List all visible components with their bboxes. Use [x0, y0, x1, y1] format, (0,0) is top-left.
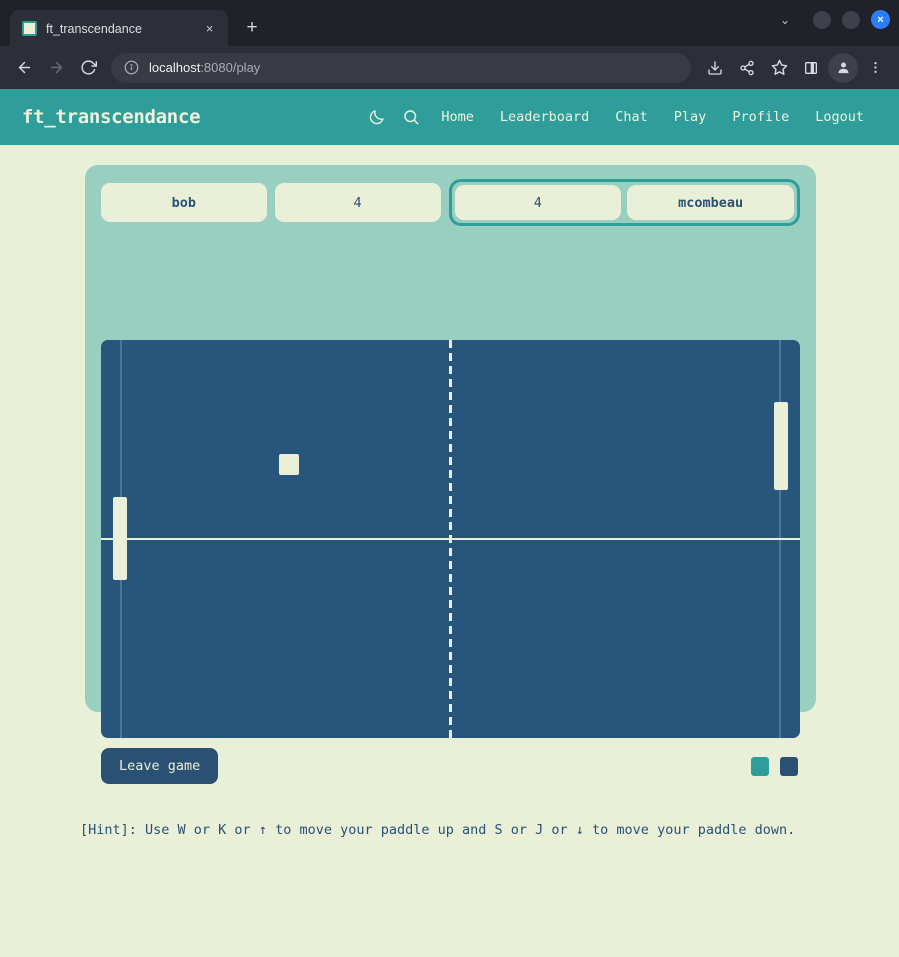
app-favicon-icon: [22, 21, 37, 36]
window-maximize-button[interactable]: [842, 10, 860, 29]
download-icon[interactable]: [700, 53, 730, 83]
player-right-panel: 4 mcombeau: [448, 179, 800, 226]
tab-title: ft_transcendance: [46, 21, 142, 36]
nav-item-chat[interactable]: Chat: [602, 103, 661, 131]
url-path: :8080/play: [200, 60, 261, 75]
browser-tab[interactable]: ft_transcendance ×: [10, 10, 228, 47]
nav-item-home[interactable]: Home: [428, 103, 487, 131]
close-icon[interactable]: ×: [201, 20, 218, 37]
nav-item-profile[interactable]: Profile: [719, 103, 802, 131]
tab-strip: ft_transcendance × + ⌄ ×: [0, 0, 899, 47]
ball: [279, 454, 299, 475]
address-bar[interactable]: localhost:8080/play: [111, 52, 691, 83]
window-close-button[interactable]: ×: [871, 10, 890, 29]
search-icon[interactable]: [394, 100, 428, 134]
page-viewport: ft_transcendance Home Leaderboard Chat P…: [0, 89, 899, 957]
nav-item-play[interactable]: Play: [661, 103, 720, 131]
nav-item-logout[interactable]: Logout: [802, 103, 877, 131]
reload-icon[interactable]: [73, 53, 103, 83]
browser-menu-icon[interactable]: [860, 53, 890, 83]
player-right-score: 4: [454, 185, 622, 220]
player-left-score: 4: [274, 183, 441, 222]
site-info-icon[interactable]: [124, 60, 139, 75]
pong-field[interactable]: [101, 340, 800, 738]
player-left-panel: bob 4: [101, 183, 441, 222]
url-text: localhost:8080/play: [149, 60, 260, 75]
paddle-right[interactable]: [774, 402, 788, 490]
bookmark-star-icon[interactable]: [764, 53, 794, 83]
nav-item-leaderboard[interactable]: Leaderboard: [487, 103, 602, 131]
color-swatches: [720, 754, 800, 778]
new-tab-button[interactable]: +: [239, 14, 265, 40]
window-controls: ⌄ ×: [780, 10, 890, 29]
browser-toolbar: localhost:8080/play: [0, 46, 899, 89]
site-brand[interactable]: ft_transcendance: [22, 106, 201, 128]
back-icon[interactable]: [9, 53, 39, 83]
paddle-left[interactable]: [113, 497, 127, 580]
browser-window: ft_transcendance × + ⌄ × localhost:8080/…: [0, 0, 899, 957]
leave-game-button[interactable]: Leave game: [101, 748, 219, 784]
game-controls: Leave game: [101, 746, 800, 786]
side-panel-icon[interactable]: [796, 53, 826, 83]
share-icon[interactable]: [732, 53, 762, 83]
profile-avatar-icon[interactable]: [828, 52, 858, 83]
swatch-cream[interactable]: [720, 754, 742, 778]
toolbar-actions: [700, 52, 890, 83]
hint-text: [Hint]: Use W or K or ↑ to move your pad…: [80, 822, 796, 838]
swatch-teal[interactable]: [749, 754, 771, 778]
scoreboard: bob 4 4 mcombeau: [101, 179, 800, 226]
window-minimize-button[interactable]: [813, 10, 831, 29]
nav-links: Home Leaderboard Chat Play Profile Logou…: [360, 100, 877, 134]
forward-icon[interactable]: [41, 53, 71, 83]
site-navbar: ft_transcendance Home Leaderboard Chat P…: [0, 89, 899, 145]
player-right-name: mcombeau: [627, 185, 794, 220]
swatch-navy[interactable]: [778, 754, 800, 778]
moon-icon[interactable]: [360, 100, 394, 134]
field-center-dashed-line: [449, 340, 452, 738]
player-left-name: bob: [101, 183, 267, 222]
chevron-down-icon[interactable]: ⌄: [780, 13, 790, 27]
url-host: localhost: [149, 60, 201, 75]
